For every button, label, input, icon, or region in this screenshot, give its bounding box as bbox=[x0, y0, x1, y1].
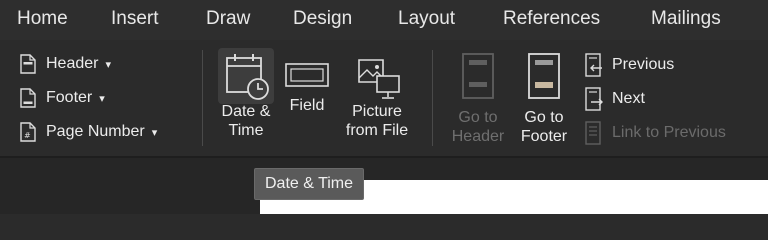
page-footer-icon bbox=[20, 88, 36, 108]
tab-references[interactable]: References bbox=[503, 8, 600, 30]
calendar-clock-icon bbox=[222, 52, 270, 102]
group-divider bbox=[202, 50, 203, 146]
tab-mailings[interactable]: Mailings bbox=[651, 8, 721, 30]
go-to-footer-button[interactable]: Go to Footer bbox=[512, 52, 576, 146]
chevron-down-icon: ▾ bbox=[99, 92, 105, 105]
go-to-header-button[interactable]: Go to Header bbox=[446, 52, 510, 146]
picture-label-line1: Picture bbox=[352, 103, 402, 120]
next-button[interactable]: Next bbox=[582, 86, 645, 112]
page-header-icon bbox=[20, 54, 36, 74]
footer-dropdown[interactable]: Footer ▾ bbox=[20, 86, 105, 110]
date-time-label-line2: Time bbox=[228, 122, 264, 139]
chevron-down-icon: ▾ bbox=[105, 58, 112, 71]
link-to-previous-icon bbox=[582, 121, 604, 145]
svg-text:#: # bbox=[24, 131, 31, 140]
group-divider bbox=[432, 50, 433, 146]
page-number-dropdown[interactable]: # Page Number ▾ bbox=[20, 120, 157, 144]
tooltip: Date & Time bbox=[254, 168, 365, 200]
go-to-footer-label-line2: Footer bbox=[520, 128, 568, 145]
date-time-button[interactable]: Date & Time bbox=[212, 52, 280, 140]
tab-insert[interactable]: Insert bbox=[111, 8, 159, 30]
page-number-icon: # bbox=[20, 122, 36, 142]
tab-layout[interactable]: Layout bbox=[398, 8, 455, 30]
go-to-header-label-line2: Header bbox=[451, 128, 505, 145]
previous-label: Previous bbox=[612, 56, 675, 73]
page-number-label: Page Number bbox=[46, 123, 145, 140]
tab-design[interactable]: Design bbox=[293, 8, 352, 30]
previous-section-icon bbox=[582, 53, 604, 77]
go-to-header-label-line1: Go to bbox=[458, 109, 498, 126]
link-to-previous-label: Link to Previous bbox=[612, 124, 726, 141]
picture-label-line2: from File bbox=[345, 122, 409, 139]
date-time-label-line1: Date & bbox=[221, 103, 271, 120]
tab-home[interactable]: Home bbox=[17, 8, 68, 30]
next-section-icon bbox=[582, 87, 604, 111]
go-to-header-icon bbox=[460, 52, 496, 108]
tab-draw[interactable]: Draw bbox=[206, 8, 250, 30]
picture-from-file-button[interactable]: Picture from File bbox=[340, 56, 414, 140]
next-label: Next bbox=[612, 90, 645, 107]
header-label: Header bbox=[46, 55, 99, 72]
footer-label: Footer bbox=[46, 89, 93, 106]
chevron-down-icon: ▾ bbox=[151, 126, 158, 139]
field-icon bbox=[284, 62, 330, 96]
field-button[interactable]: Field bbox=[282, 62, 332, 115]
header-dropdown[interactable]: Header ▾ bbox=[20, 52, 111, 76]
link-to-previous-button[interactable]: Link to Previous bbox=[582, 120, 726, 146]
ribbon-tab-bar: Home Insert Draw Design Layout Reference… bbox=[0, 0, 768, 40]
previous-button[interactable]: Previous bbox=[582, 52, 674, 78]
picture-from-file-icon bbox=[351, 56, 403, 102]
go-to-footer-label-line1: Go to bbox=[524, 109, 564, 126]
go-to-footer-icon bbox=[526, 52, 562, 108]
field-label: Field bbox=[289, 97, 325, 114]
